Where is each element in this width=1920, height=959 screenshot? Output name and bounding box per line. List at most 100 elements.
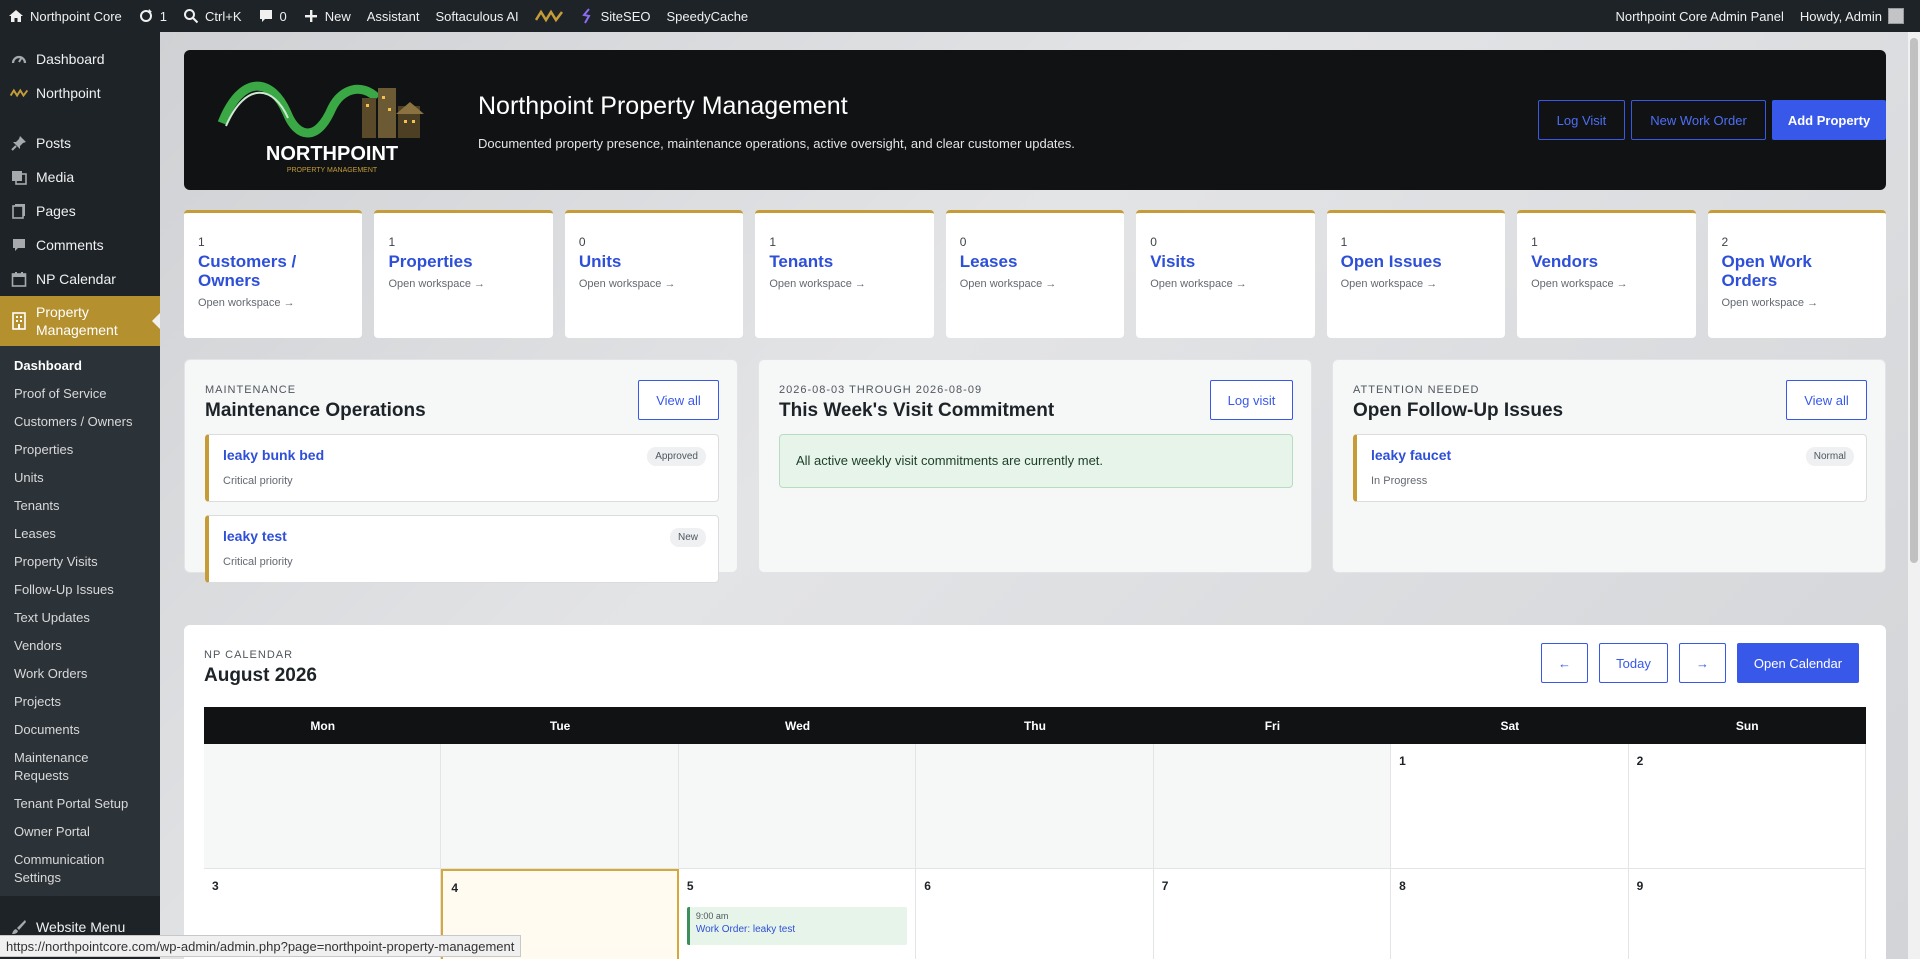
calendar-day[interactable]: 5 9:00 am Work Order: leaky test [679,869,917,959]
submenu-owner-portal[interactable]: Owner Portal [0,818,160,846]
calendar-day[interactable]: 9 [1629,869,1866,959]
calendar-day[interactable]: 1 [1391,744,1629,869]
stat-label[interactable]: Visits [1150,252,1300,271]
scrollbar-thumb[interactable] [1910,38,1918,563]
log-visit-button[interactable]: Log Visit [1538,100,1625,140]
calendar-day-empty [204,744,442,869]
submenu-vendors[interactable]: Vendors [0,632,160,660]
log-visit-panel-button[interactable]: Log visit [1210,380,1293,420]
submenu-communication-settings[interactable]: Communication Settings [0,846,120,892]
updates-link[interactable]: 1 [130,0,175,32]
my-account-link[interactable]: Howdy, Admin [1792,0,1912,32]
next-month-button[interactable]: → [1679,643,1726,683]
today-button[interactable]: Today [1599,643,1668,683]
assistant-link[interactable]: Assistant [359,0,428,32]
calendar-day-empty [916,744,1154,869]
page-scrollbar[interactable] [1908,32,1920,959]
new-content-link[interactable]: New [295,0,359,32]
northpoint-link[interactable] [527,0,571,32]
softaculous-link[interactable]: Softaculous AI [428,0,527,32]
submenu-customers-owners[interactable]: Customers / Owners [0,408,160,436]
submenu-property-visits[interactable]: Property Visits [0,548,160,576]
siteseo-link[interactable]: SiteSEO [571,0,659,32]
open-workspace-link[interactable]: Open workspace → [579,278,729,290]
menu-media[interactable]: Media [0,160,160,194]
site-name-link[interactable]: Northpoint Core [0,0,130,32]
submenu-follow-up-issues[interactable]: Follow-Up Issues [0,576,160,604]
comments-link[interactable]: 0 [250,0,295,32]
submenu-dashboard[interactable]: Dashboard [0,352,160,380]
item-title[interactable]: leaky bunk bed [223,447,324,463]
weekday-label: Thu [1023,718,1046,733]
submenu-tenant-portal-setup[interactable]: Tenant Portal Setup [0,790,160,818]
event-title[interactable]: Work Order: leaky test [696,924,901,935]
menu-dashboard[interactable]: Dashboard [0,42,160,76]
maintenance-item[interactable]: leaky bunk bed Critical priority Approve… [205,434,719,502]
search-link[interactable]: Ctrl+K [175,0,249,32]
submenu-projects[interactable]: Projects [0,688,160,716]
stat-label[interactable]: Leases [960,252,1110,271]
calendar-day[interactable]: 2 [1628,744,1866,869]
calendar-event[interactable]: 9:00 am Work Order: leaky test [686,907,907,945]
page-title: Northpoint Property Management [478,92,848,120]
menu-northpoint[interactable]: Northpoint [0,76,160,110]
stat-card-tenants[interactable]: 1 Tenants Open workspace → [755,210,934,338]
menu-property-management[interactable]: Property Management [0,296,160,346]
menu-pages[interactable]: Pages [0,194,160,228]
item-title[interactable]: leaky test [223,528,287,544]
weekday-label: Sat [1500,718,1520,733]
add-property-button[interactable]: Add Property [1772,100,1886,140]
stat-card-visits[interactable]: 0 Visits Open workspace → [1136,210,1315,338]
search-icon [184,9,199,24]
stat-label[interactable]: Open Work Orders [1722,252,1872,290]
stat-label[interactable]: Properties [388,252,538,271]
new-work-order-button[interactable]: New Work Order [1631,100,1766,140]
submenu-proof-of-service[interactable]: Proof of Service [0,380,160,408]
maintenance-item[interactable]: leaky test Critical priority New [205,515,719,583]
submenu-properties[interactable]: Properties [0,436,160,464]
menu-comments[interactable]: Comments [0,228,160,262]
submenu-text-updates[interactable]: Text Updates [0,604,160,632]
menu-posts[interactable]: Posts [0,126,160,160]
stat-card-open-issues[interactable]: 1 Open Issues Open workspace → [1326,210,1506,338]
open-workspace-link[interactable]: Open workspace → [1722,297,1872,309]
submenu-documents[interactable]: Documents [0,716,160,744]
calendar-day[interactable]: 8 [1391,869,1629,959]
stat-card-vendors[interactable]: 1 Vendors Open workspace → [1517,210,1696,338]
open-workspace-link[interactable]: Open workspace → [1531,278,1681,290]
submenu-units[interactable]: Units [0,464,160,492]
stat-card-customers-owners[interactable]: 1 Customers / Owners Open workspace → [184,210,363,338]
open-workspace-link[interactable]: Open workspace → [198,297,348,309]
item-title[interactable]: leaky faucet [1371,447,1451,463]
stat-card-open-work-orders[interactable]: 2 Open Work Orders Open workspace → [1707,210,1886,338]
menu-northpoint-label: Northpoint [36,85,101,101]
open-workspace-link[interactable]: Open workspace → [960,278,1110,290]
stat-card-units[interactable]: 0 Units Open workspace → [564,210,744,338]
admin-panel-link[interactable]: Northpoint Core Admin Panel [1607,0,1791,32]
prev-month-button[interactable]: ← [1541,643,1588,683]
view-all-maintenance-button[interactable]: View all [638,380,719,420]
submenu-work-orders[interactable]: Work Orders [0,660,160,688]
stat-label[interactable]: Tenants [769,252,919,271]
event-time: 9:00 am [695,911,729,921]
stat-card-properties[interactable]: 1 Properties Open workspace → [374,210,553,338]
open-workspace-link[interactable]: Open workspace → [388,278,538,290]
view-all-issues-button[interactable]: View all [1786,380,1867,420]
open-workspace-link[interactable]: Open workspace → [1150,278,1300,290]
issue-item[interactable]: leaky faucet In Progress Normal [1353,434,1867,502]
calendar-day[interactable]: 7 [1154,869,1392,959]
stat-label[interactable]: Customers / Owners [198,252,348,290]
menu-np-calendar[interactable]: NP Calendar [0,262,160,296]
open-workspace-link[interactable]: Open workspace → [1341,278,1491,290]
submenu-tenants[interactable]: Tenants [0,492,160,520]
submenu-maintenance-requests[interactable]: Maintenance Requests [0,744,160,790]
open-workspace-link[interactable]: Open workspace → [769,278,919,290]
speedycache-link[interactable]: SpeedyCache [658,0,756,32]
stat-label[interactable]: Units [579,252,729,271]
stat-label[interactable]: Vendors [1531,252,1681,271]
calendar-day[interactable]: 6 [916,869,1154,959]
submenu-leases[interactable]: Leases [0,520,160,548]
stat-label[interactable]: Open Issues [1341,252,1491,271]
stat-card-leases[interactable]: 0 Leases Open workspace → [945,210,1125,338]
open-calendar-button[interactable]: Open Calendar [1737,643,1859,683]
